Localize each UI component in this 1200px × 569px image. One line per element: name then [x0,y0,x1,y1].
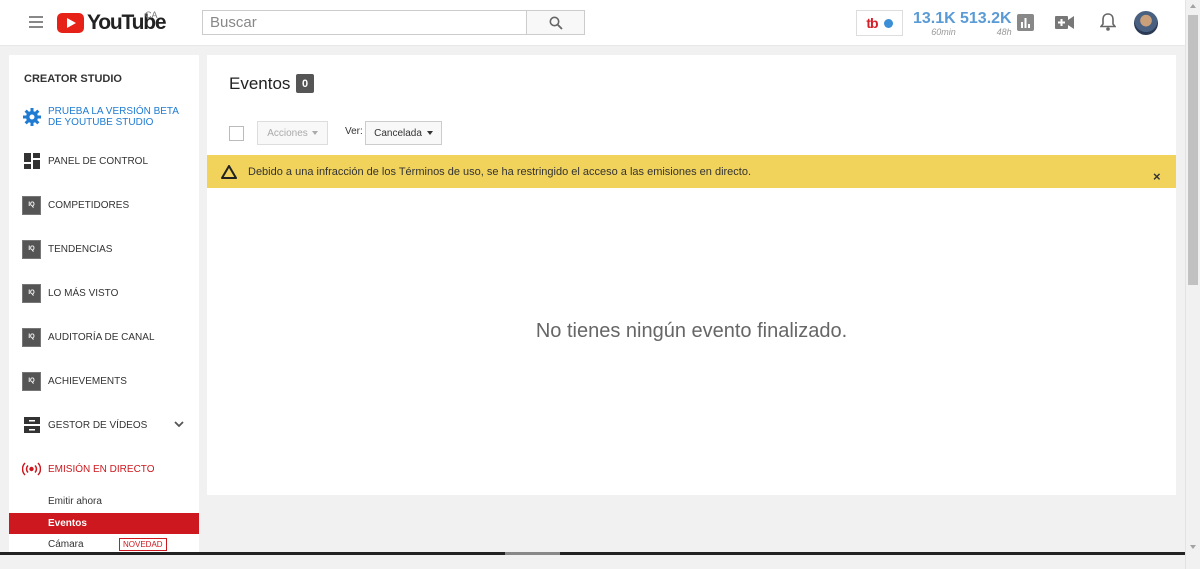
notifications-bell-icon[interactable] [1098,12,1118,32]
sidebar-item-label: LO MÁS VISTO [48,287,119,299]
empty-state-message: No tienes ningún evento finalizado. [535,320,848,342]
vidiq-icon: IQ [22,371,41,391]
sidebar-item-label: AUDITORÍA DE CANAL [48,331,155,343]
sidebar-item-video-manager[interactable]: GESTOR DE VÍDEOS [9,407,199,443]
sidebar-item-competitors[interactable]: IQ COMPETIDORES [9,187,199,223]
sidebar-item-label: EMISIÓN EN DIRECTO [48,463,155,475]
scroll-thumb[interactable] [1188,15,1198,285]
sidebar-item-most-viewed[interactable]: IQ LO MÁS VISTO [9,275,199,311]
stat-period: 60min [931,27,956,37]
close-icon[interactable]: × [1153,170,1161,183]
gear-icon [22,108,41,127]
actions-label: Acciones [267,127,308,139]
scroll-down-arrow-icon[interactable] [1190,545,1196,549]
search-icon [549,16,563,30]
view-filter-value: Cancelada [374,127,422,139]
vidiq-icon: IQ [22,195,41,215]
sidebar-subitem-label: Cámara [48,539,84,550]
live-broadcast-icon [22,460,41,479]
search-input[interactable]: Buscar [202,10,527,35]
chevron-down-icon[interactable] [174,421,184,428]
vidiq-icon: IQ [22,283,41,303]
new-badge: NOVEDAD [119,538,167,551]
sidebar-subitem-events[interactable]: Eventos [9,513,199,534]
actions-dropdown[interactable]: Acciones [257,121,328,145]
tubebuddy-logo: tb [866,15,878,31]
restriction-warning-banner: Debido a una infracción de los Términos … [207,155,1176,188]
page-scrollbar[interactable] [1185,0,1200,569]
analytics-icon[interactable] [1015,12,1035,32]
stat-value: 13.1K [913,10,956,27]
tubebuddy-button[interactable]: tb [856,10,903,36]
sidebar-title: CREATOR STUDIO [24,73,122,85]
sidebar-item-label: PANEL DE CONTROL [48,155,149,167]
select-all-checkbox[interactable] [229,126,244,141]
status-dot [883,18,893,28]
play-icon [57,13,84,33]
country-code: CA [145,10,158,20]
caret-down-icon [311,131,318,135]
view-filter-label: Ver: [345,126,363,137]
stat-views-48h[interactable]: 513.2K 48h [960,10,1012,37]
menu-icon[interactable] [29,16,43,28]
search-button[interactable] [526,10,585,35]
view-filter-dropdown[interactable]: Cancelada [365,121,442,145]
sidebar-item-label: PRUEBA LA VERSIÓN BETA DE YOUTUBE STUDIO [48,106,179,128]
avatar[interactable] [1134,11,1158,35]
warning-text: Debido a una infracción de los Términos … [248,166,752,178]
sidebar-item-label: TENDENCIAS [48,243,113,255]
vidiq-icon: IQ [22,327,41,347]
stat-value: 513.2K [960,10,1012,27]
events-count-badge: 0 [296,74,314,93]
sidebar-item-studio-beta[interactable]: PRUEBA LA VERSIÓN BETA DE YOUTUBE STUDIO [9,99,199,135]
sidebar-item-trends[interactable]: IQ TENDENCIAS [9,231,199,267]
warning-icon [221,165,237,179]
stat-period: 48h [996,27,1012,37]
stat-views-60min[interactable]: 13.1K 60min [913,10,956,37]
upload-video-icon[interactable] [1054,12,1074,32]
sidebar-item-label: GESTOR DE VÍDEOS [48,419,148,431]
sidebar-item-label: ACHIEVEMENTS [48,375,127,387]
sidebar-item-channel-audit[interactable]: IQ AUDITORÍA DE CANAL [9,319,199,355]
bottom-border [0,552,1185,555]
sidebar-item-label: COMPETIDORES [48,199,130,211]
masthead: YouTube CA Buscar tb 13.1K 60min 513.2K … [0,0,1185,46]
scroll-up-arrow-icon[interactable] [1190,4,1196,8]
sidebar-item-achievements[interactable]: IQ ACHIEVEMENTS [9,363,199,399]
sidebar-item-dashboard[interactable]: PANEL DE CONTROL [9,143,199,179]
caret-down-icon [426,131,433,135]
events-panel: Eventos 0 Acciones Ver: Cancelada Debido… [207,55,1176,495]
vidiq-icon: IQ [22,239,41,259]
page-title: Eventos [229,74,291,93]
sidebar-subitem-stream-now[interactable]: Emitir ahora [9,491,199,512]
sidebar: CREATOR STUDIO PRUEBA LA VERSIÓN BETA DE… [9,55,199,555]
video-manager-icon [22,416,41,435]
dashboard-icon [22,152,41,171]
sidebar-item-live-streaming[interactable]: EMISIÓN EN DIRECTO [9,451,199,487]
